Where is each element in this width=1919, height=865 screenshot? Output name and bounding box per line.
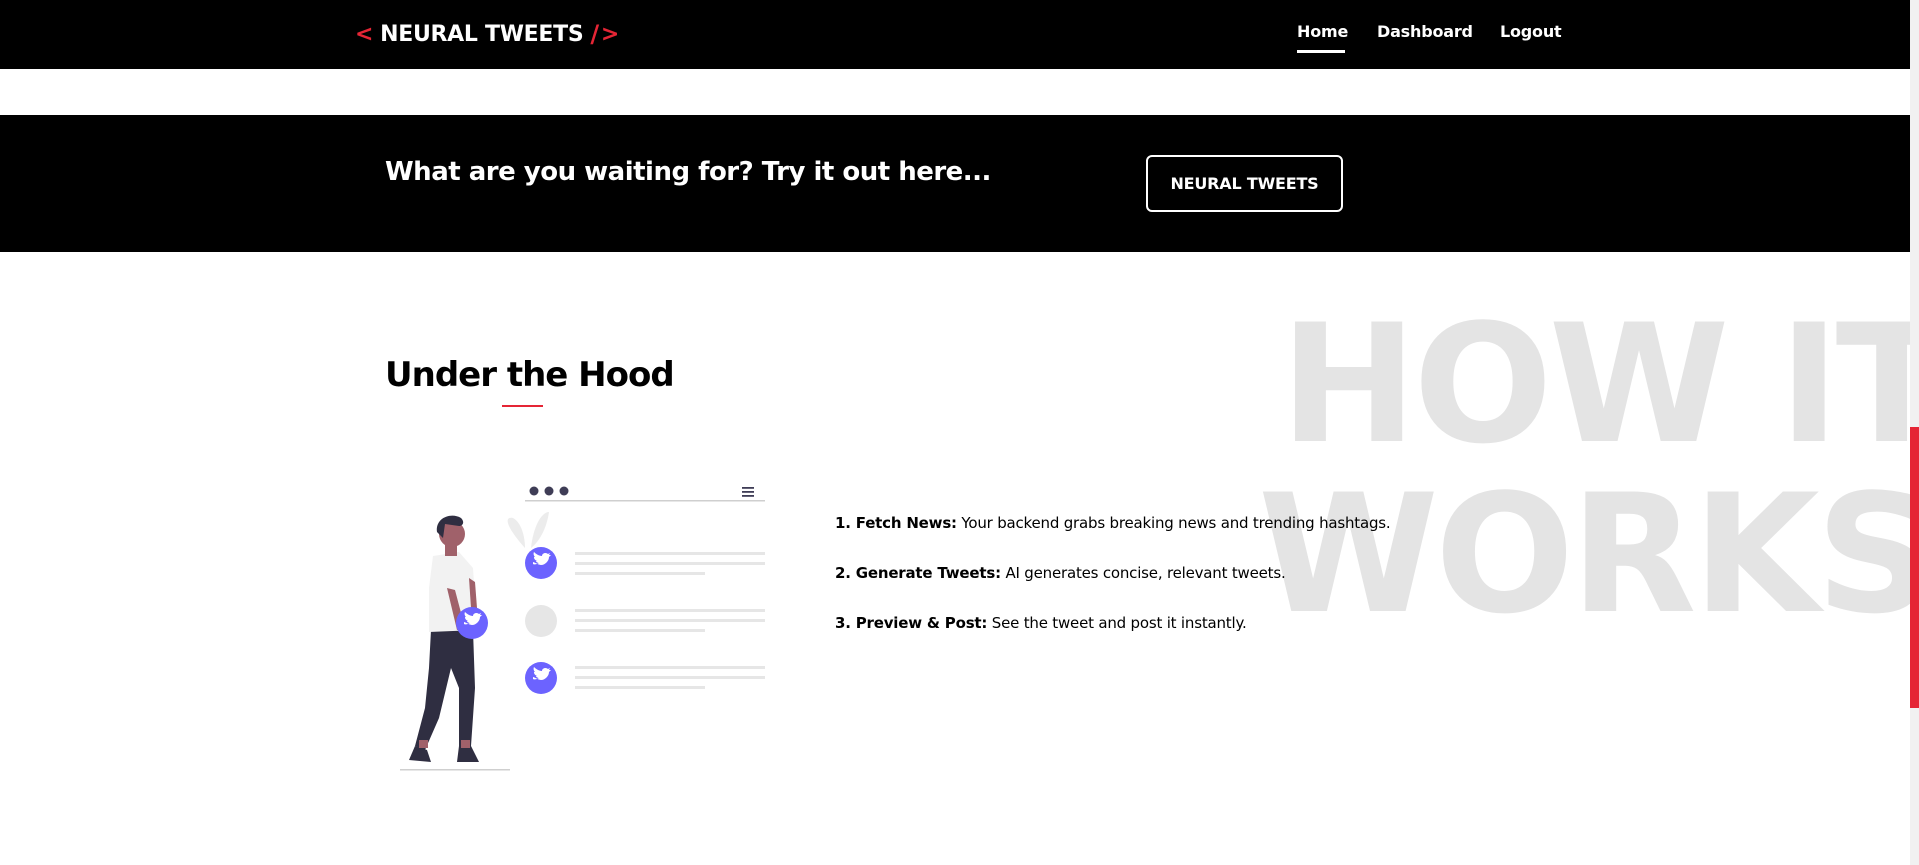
twitter-bird-icon — [525, 547, 557, 579]
nav-logout-link[interactable]: Logout — [1500, 22, 1562, 44]
brand-logo[interactable]: < NEURAL TWEETS / > — [355, 19, 619, 49]
cta-banner: What are you waiting for? Try it out her… — [0, 115, 1910, 252]
step-text: AI generates concise, relevant tweets. — [1000, 564, 1286, 582]
watermark-line-2: WORKS — [1258, 459, 1910, 634]
title-underline — [502, 405, 543, 407]
neural-tweets-button[interactable]: NEURAL TWEETS — [1146, 155, 1343, 212]
nav-active-indicator — [1297, 50, 1345, 53]
scrollbar-thumb[interactable] — [1910, 427, 1919, 708]
step-preview-post: 3. Preview & Post: See the tweet and pos… — [835, 614, 1247, 632]
brand-name: NEURAL TWEETS — [380, 21, 584, 47]
watermark-line-1: HOW IT — [1280, 303, 1910, 480]
brand-close-bracket: > — [600, 21, 619, 47]
nav-home-link[interactable]: Home — [1297, 22, 1348, 44]
step-generate-tweets: 2. Generate Tweets: AI generates concise… — [835, 564, 1286, 582]
browser-window-graphic — [507, 486, 765, 689]
how-it-works-watermark: HOW IT WORKS — [1258, 303, 1910, 633]
brand-open-bracket: < — [355, 21, 374, 47]
person-with-tweets-illustration — [400, 486, 765, 771]
step-label: 2. Generate Tweets: — [835, 564, 1001, 582]
twitter-bird-icon — [456, 607, 488, 639]
step-text: See the tweet and post it instantly. — [987, 614, 1247, 632]
section-title: Under the Hood — [385, 355, 675, 395]
cta-heading: What are you waiting for? Try it out her… — [385, 157, 991, 187]
step-fetch-news: 1. Fetch News: Your backend grabs breaki… — [835, 514, 1391, 532]
person-figure — [400, 515, 510, 771]
top-navbar: < NEURAL TWEETS / > Home Dashboard Logou… — [0, 0, 1910, 69]
step-text: Your backend grabs breaking news and tre… — [956, 514, 1391, 532]
brand-slash: / — [590, 20, 599, 48]
nav-dashboard-link[interactable]: Dashboard — [1377, 22, 1473, 44]
twitter-bird-icon — [525, 662, 557, 694]
step-label: 3. Preview & Post: — [835, 614, 988, 632]
step-label: 1. Fetch News: — [835, 514, 957, 532]
